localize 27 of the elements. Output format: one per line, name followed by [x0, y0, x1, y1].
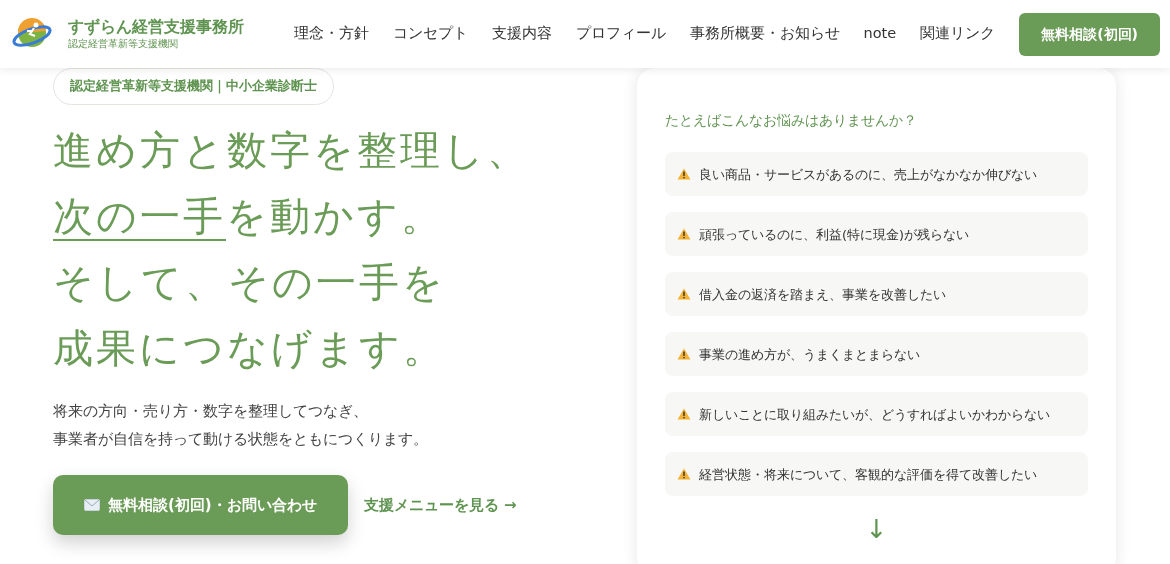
nav-link[interactable]: 理念・方針 [293, 23, 369, 45]
nav-link[interactable]: note [863, 23, 897, 45]
nav-link[interactable]: プロフィール [575, 23, 666, 45]
nav-link[interactable]: コンセプト [392, 23, 468, 45]
warning-icon [677, 288, 691, 301]
worry-text: 頑張っているのに、利益(特に現金)が残らない [699, 225, 969, 244]
down-arrow: ↓ [864, 516, 889, 543]
worry-text: 借入金の返済を踏まえ、事業を改善したい [699, 285, 946, 304]
worry-text: 良い商品・サービスがあるのに、売上がなかなか伸びない [699, 165, 1037, 184]
warning-icon [677, 348, 691, 361]
warning-icon [677, 228, 691, 241]
worries-title: たとえばこんなお悩みはありませんか？ [665, 111, 918, 130]
nav-link[interactable]: 事務所概要・お知らせ [689, 23, 840, 45]
warning-icon [677, 408, 691, 421]
support-menu-link[interactable]: 支援メニューを見る → [363, 493, 517, 517]
warning-icon [677, 168, 691, 181]
warning-icon [677, 468, 691, 481]
worry-text: 経営状態・将来について、客観的な評価を得て改善したい [699, 465, 1037, 484]
hero-description: 将来の方向・売り方・数字を整理してつなぎ、 事業者が自信を持って動ける状態をともにつくります。 [53, 400, 429, 450]
hero-headline: 進め方と数字を整理し、 次の一手を動かす。 そして、その一手を 成果につなげます。 [53, 125, 531, 373]
brand-name: すずらん経営支援事務所 [68, 16, 244, 37]
mail-icon [84, 499, 100, 511]
worry-text: 新しいことに取り組みたいが、どうすればよいかわからない [699, 405, 1050, 424]
nav-link[interactable]: 支援内容 [491, 23, 552, 45]
worry-text: 事業の進め方が、うまくまとまらない [699, 345, 920, 364]
brand-subtitle: 認定経営革新等支援機関 [68, 37, 179, 52]
nav-link[interactable]: 関連リンク [920, 23, 996, 45]
